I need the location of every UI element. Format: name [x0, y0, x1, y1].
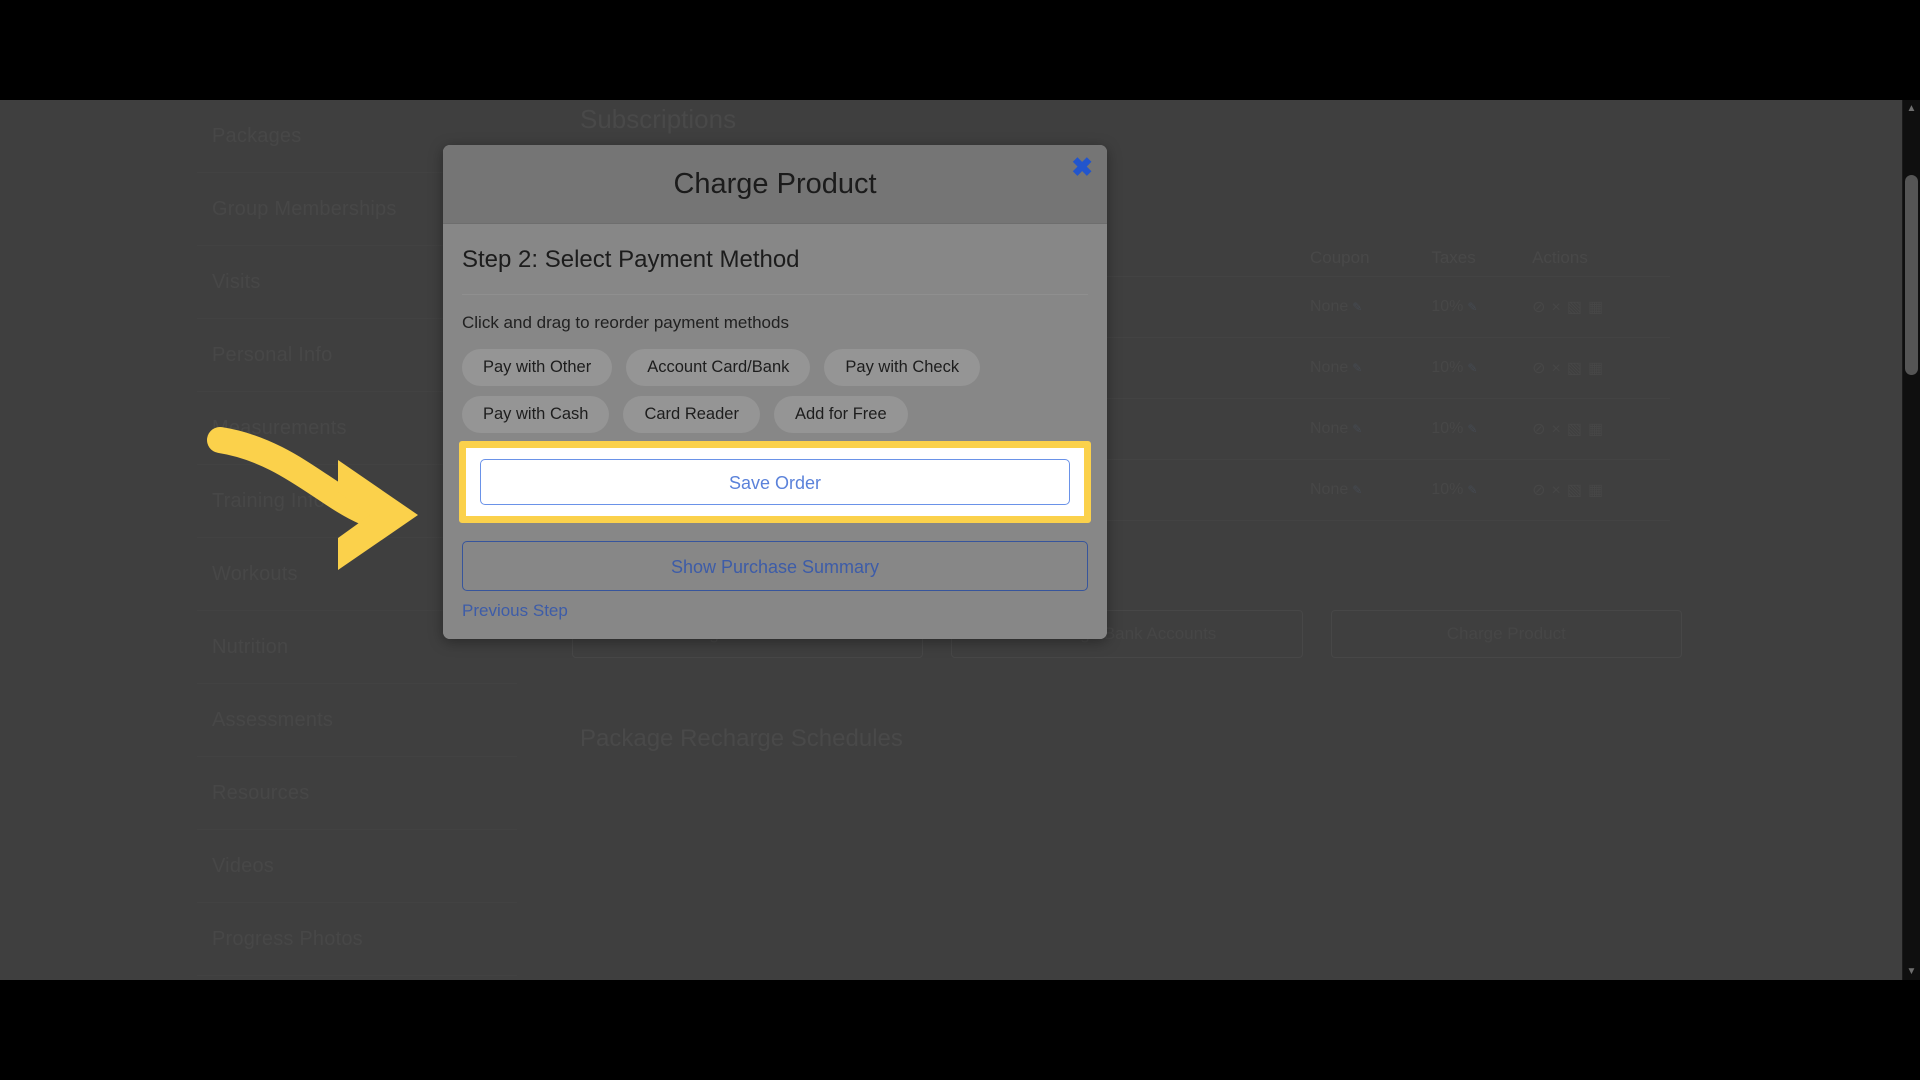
package-recharge-schedules-title: Package Recharge Schedules [580, 725, 903, 752]
reorder-hint: Click and drag to reorder payment method… [462, 313, 789, 332]
x-icon[interactable]: × [1551, 360, 1566, 377]
modal-title: Charge Product [673, 167, 877, 200]
edit-pencil-icon[interactable]: ✎ [1467, 361, 1477, 375]
sidebar-item-label: Resources [212, 782, 310, 804]
payment-method-pay-with-check[interactable]: Pay with Check [824, 349, 981, 386]
edit-pencil-icon[interactable]: ✎ [1352, 300, 1362, 314]
sidebar-item-label: Nutrition [212, 636, 289, 658]
cell-taxes: 10% ✎ [1421, 459, 1523, 521]
save-order-highlight: Save Order [459, 441, 1091, 523]
trash-icon[interactable]: ▦ [1588, 421, 1609, 438]
cell-actions: ⊘×▧▦ [1522, 459, 1670, 521]
modal-header: Charge Product ✖ [443, 145, 1107, 224]
col-taxes: Taxes [1421, 240, 1523, 277]
scroll-down-arrow-icon[interactable]: ▼ [1903, 963, 1920, 980]
step-title: Step 2: Select Payment Method [462, 246, 1088, 295]
x-icon[interactable]: × [1551, 421, 1566, 438]
charge-product-button[interactable]: Charge Product [1330, 610, 1682, 658]
edit-pencil-icon[interactable]: ✎ [1352, 422, 1362, 436]
payment-method-account-card-bank[interactable]: Account Card/Bank [626, 349, 811, 386]
sidebar-item-label: Assessments [212, 709, 334, 731]
sidebar-item-label: Personal Info [212, 344, 333, 366]
browser-viewport: Packages Group Memberships Visits Person… [0, 100, 1920, 980]
payment-method-pay-with-cash[interactable]: Pay with Cash [462, 396, 610, 433]
page-scrollbar[interactable]: ▲ ▼ [1902, 100, 1920, 980]
card-icon[interactable]: ▧ [1567, 482, 1588, 499]
x-icon[interactable]: × [1551, 299, 1566, 316]
sidebar-item-label: Visits [212, 271, 261, 293]
ban-icon[interactable]: ⊘ [1532, 360, 1551, 377]
sidebar-item-label: Packages [212, 125, 302, 147]
cell-actions: ⊘×▧▦ [1522, 337, 1670, 399]
screen-root: Packages Group Memberships Visits Person… [0, 0, 1920, 1080]
trash-icon[interactable]: ▦ [1588, 299, 1609, 316]
cell-taxes: 10% ✎ [1421, 276, 1523, 338]
col-coupon: Coupon [1300, 240, 1422, 277]
payment-method-card-reader[interactable]: Card Reader [623, 396, 760, 433]
ban-icon[interactable]: ⊘ [1532, 482, 1551, 499]
ban-icon[interactable]: ⊘ [1532, 421, 1551, 438]
scroll-up-arrow-icon[interactable]: ▲ [1903, 100, 1920, 117]
sidebar-item-label: Videos [212, 855, 274, 877]
x-icon[interactable]: × [1551, 482, 1566, 499]
cell-coupon: None ✎ [1300, 276, 1422, 338]
scrollbar-thumb[interactable] [1905, 175, 1918, 375]
save-order-button[interactable]: Save Order [480, 459, 1070, 505]
sidebar-item-label: Workouts [212, 563, 298, 585]
ban-icon[interactable]: ⊘ [1532, 299, 1551, 316]
cell-taxes: 10% ✎ [1421, 398, 1523, 460]
edit-pencil-icon[interactable]: ✎ [1352, 361, 1362, 375]
trash-icon[interactable]: ▦ [1588, 360, 1609, 377]
close-icon[interactable]: ✖ [1071, 154, 1093, 180]
sidebar-item-label: Measurements [212, 417, 347, 439]
sidebar-item-label: Progress Photos [212, 928, 363, 950]
card-icon[interactable]: ▧ [1567, 299, 1588, 316]
cell-coupon: None ✎ [1300, 337, 1422, 399]
edit-pencil-icon[interactable]: ✎ [1467, 300, 1477, 314]
cell-actions: ⊘×▧▦ [1522, 398, 1670, 460]
sidebar-item-label: Group Memberships [212, 198, 397, 220]
col-actions: Actions [1522, 240, 1670, 277]
card-icon[interactable]: ▧ [1567, 421, 1588, 438]
sidebar-item-assessments[interactable]: Assessments [197, 684, 517, 757]
modal-body: Step 2: Select Payment Method Click and … [443, 224, 1107, 639]
cell-taxes: 10% ✎ [1421, 337, 1523, 399]
cell-coupon: None ✎ [1300, 398, 1422, 460]
trash-icon[interactable]: ▦ [1588, 482, 1609, 499]
sidebar-item-progress-photos[interactable]: Progress Photos [197, 903, 517, 976]
payment-method-list: Pay with Other Account Card/Bank Pay wit… [462, 349, 1088, 433]
card-icon[interactable]: ▧ [1567, 360, 1588, 377]
previous-step-link[interactable]: Previous Step [462, 601, 568, 621]
charge-product-modal: Charge Product ✖ Step 2: Select Payment … [443, 145, 1107, 639]
page-title: Subscriptions [580, 104, 737, 134]
sidebar-item-resources[interactable]: Resources [197, 757, 517, 830]
sidebar-item-label: Training Info [212, 490, 326, 512]
cell-actions: ⊘×▧▦ [1522, 276, 1670, 338]
sidebar-item-videos[interactable]: Videos [197, 830, 517, 903]
cell-coupon: None ✎ [1300, 459, 1422, 521]
payment-method-pay-with-other[interactable]: Pay with Other [462, 349, 613, 386]
edit-pencil-icon[interactable]: ✎ [1352, 483, 1362, 497]
edit-pencil-icon[interactable]: ✎ [1467, 483, 1477, 497]
edit-pencil-icon[interactable]: ✎ [1467, 422, 1477, 436]
payment-method-add-for-free[interactable]: Add for Free [773, 396, 908, 433]
show-purchase-summary-button[interactable]: Show Purchase Summary [462, 541, 1088, 591]
